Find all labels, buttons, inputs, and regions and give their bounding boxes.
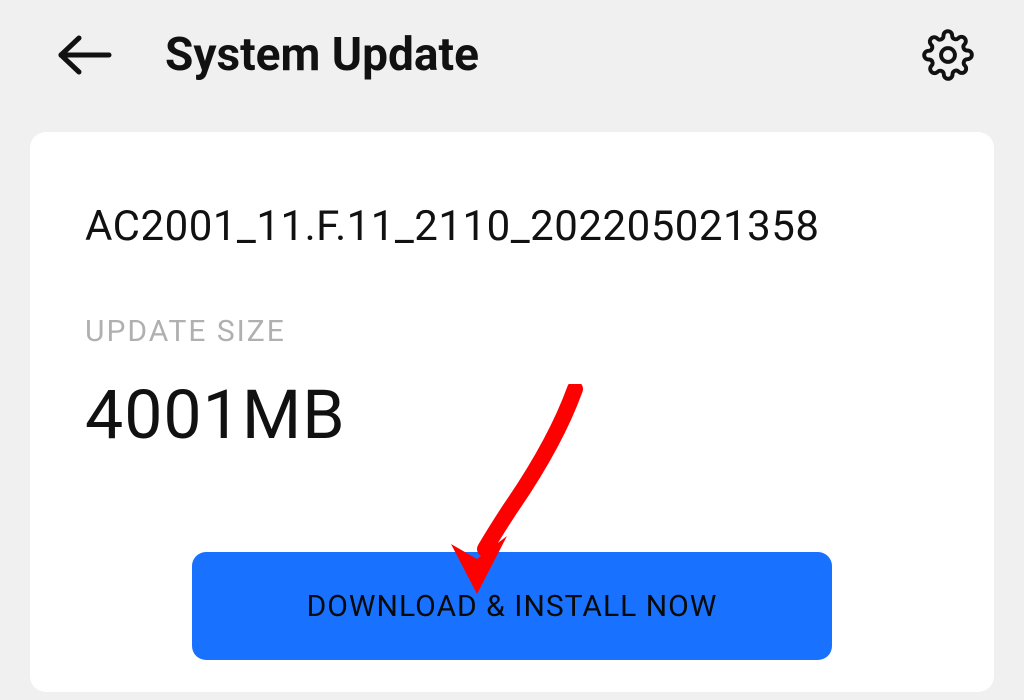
update-card: AC2001_11.F.11_2110_202205021358 UPDATE … <box>30 132 994 692</box>
update-size-label: UPDATE SIZE <box>85 314 939 349</box>
page-title: System Update <box>165 28 872 82</box>
header-bar: System Update <box>0 0 1024 110</box>
download-install-button[interactable]: DOWNLOAD & INSTALL NOW <box>192 552 832 660</box>
update-size-value: 4001MB <box>85 375 939 455</box>
gear-icon[interactable] <box>922 29 974 81</box>
back-arrow-icon[interactable] <box>55 34 115 76</box>
update-version-text: AC2001_11.F.11_2110_202205021358 <box>85 202 939 252</box>
